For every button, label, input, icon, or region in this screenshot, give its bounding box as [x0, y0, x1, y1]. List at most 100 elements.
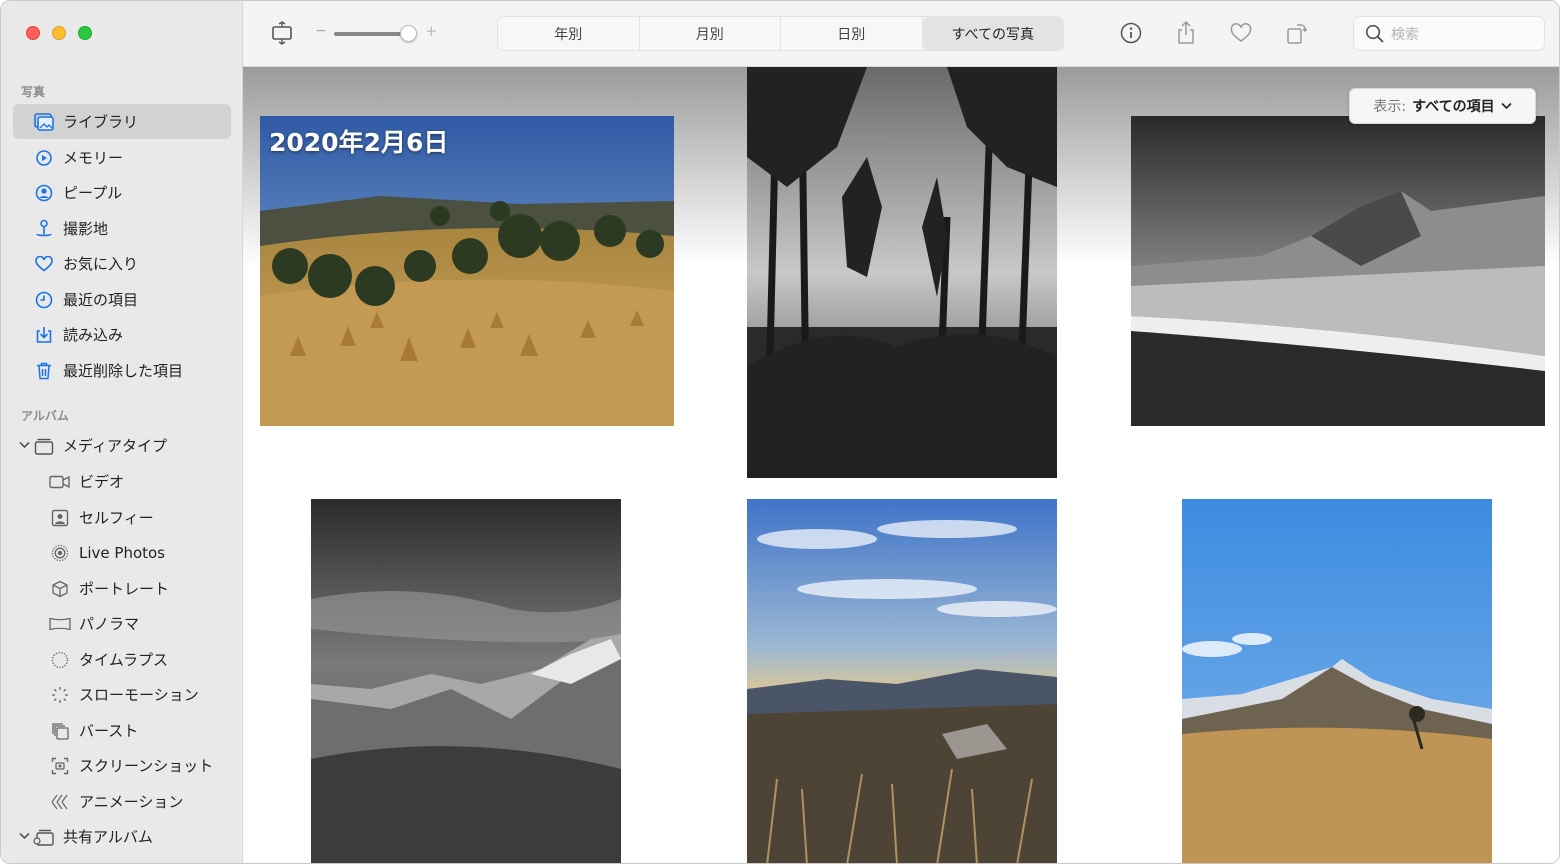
sidebar-item-label: スローモーション: [79, 686, 199, 704]
photo-thumbnail[interactable]: [747, 67, 1057, 478]
zoom-out-label[interactable]: −: [315, 23, 327, 39]
sidebar: 写真 ライブラリ メモリー ピープル 撮影地 お気に入り 最近の項目 読み込み …: [1, 1, 243, 863]
screenshot-icon: [49, 755, 71, 777]
sidebar-item-selfies[interactable]: セルフィー: [13, 500, 231, 535]
sidebar-item-label: 撮影地: [63, 220, 109, 238]
photo-thumbnail[interactable]: [311, 499, 621, 863]
sidebar-item-label: スクリーンショット: [79, 757, 214, 775]
zoom-slider-fill: [334, 32, 402, 36]
sidebar-item-label: セルフィー: [79, 509, 154, 527]
clock-icon: [33, 289, 55, 311]
sidebar-item-label: バースト: [79, 722, 139, 740]
photo-thumbnail[interactable]: [260, 116, 674, 426]
info-icon[interactable]: [1119, 21, 1143, 45]
burst-icon: [49, 720, 71, 742]
sidebar-item-portrait[interactable]: ポートレート: [13, 571, 231, 606]
sidebar-item-label: パノラマ: [79, 615, 140, 633]
sidebar-item-label: メディアタイプ: [63, 437, 167, 455]
places-pin-icon: [33, 218, 55, 240]
sidebar-item-people[interactable]: ピープル: [13, 175, 231, 210]
filter-dropdown[interactable]: 表示: すべての項目: [1349, 88, 1536, 124]
sidebar-item-recently-deleted[interactable]: 最近削除した項目: [13, 353, 231, 388]
sidebar-item-label: Live Photos: [79, 543, 166, 562]
selfie-icon: [49, 507, 71, 529]
slomo-icon: [49, 684, 71, 706]
tab-years[interactable]: 年別: [498, 17, 640, 50]
rotate-icon[interactable]: [1285, 21, 1309, 45]
search-icon: [1365, 24, 1385, 44]
sidebar-item-memories[interactable]: メモリー: [13, 140, 231, 175]
people-icon: [33, 182, 55, 204]
sidebar-item-places[interactable]: 撮影地: [13, 211, 231, 246]
search-placeholder: 検索: [1391, 26, 1419, 43]
zoom-slider-knob[interactable]: [400, 25, 417, 42]
sidebar-item-label: ライブラリ: [63, 113, 139, 131]
tab-days[interactable]: 日別: [781, 17, 923, 50]
sidebar-item-recents[interactable]: 最近の項目: [13, 282, 231, 317]
toolbar: − + 年別 月別 日別 すべての写真 検索: [243, 1, 1559, 67]
sidebar-item-label: ポートレート: [79, 580, 170, 598]
photo-thumbnail[interactable]: [1131, 116, 1545, 426]
view-segmented-control: 年別 月別 日別 すべての写真: [497, 16, 1064, 51]
video-icon: [49, 471, 71, 493]
sidebar-group-shared-albums[interactable]: 共有アルバム: [13, 819, 231, 854]
sidebar-group-media-types[interactable]: メディアタイプ: [13, 428, 231, 463]
section-photos-heading: 写真: [21, 85, 46, 99]
shared-album-icon: [33, 826, 55, 848]
sidebar-item-panoramas[interactable]: パノラマ: [13, 606, 231, 641]
sidebar-item-imports[interactable]: 読み込み: [13, 317, 231, 352]
sidebar-item-favorites[interactable]: お気に入り: [13, 246, 231, 281]
section-albums-heading: アルバム: [21, 409, 69, 423]
chevron-down-icon[interactable]: [19, 439, 30, 452]
tab-months[interactable]: 月別: [640, 17, 781, 50]
sidebar-item-slo-mo[interactable]: スローモーション: [13, 677, 231, 712]
sidebar-item-time-lapse[interactable]: タイムラプス: [13, 642, 231, 677]
photo-library-icon: [33, 111, 55, 133]
sidebar-item-library[interactable]: ライブラリ: [13, 104, 231, 139]
sidebar-item-animated[interactable]: アニメーション: [13, 784, 231, 819]
zoom-slider[interactable]: [334, 25, 417, 42]
panorama-icon: [49, 613, 71, 635]
sidebar-item-screenshots[interactable]: スクリーンショット: [13, 748, 231, 783]
tab-all-photos[interactable]: すべての写真: [922, 17, 1063, 50]
live-photos-icon: [49, 542, 71, 564]
sidebar-item-label: アニメーション: [79, 793, 184, 811]
search-field[interactable]: 検索: [1353, 16, 1545, 51]
date-heading: 2020年2月6日: [269, 128, 449, 157]
chevron-down-icon[interactable]: [19, 830, 30, 843]
sidebar-item-label: ピープル: [63, 184, 123, 202]
portrait-cube-icon: [49, 578, 71, 600]
photos-window: 写真 ライブラリ メモリー ピープル 撮影地 お気に入り 最近の項目 読み込み …: [0, 0, 1560, 864]
photo-thumbnail[interactable]: [1182, 499, 1492, 863]
sidebar-item-label: メモリー: [63, 149, 124, 167]
chevron-down-icon: [1501, 102, 1512, 110]
sidebar-item-label: 読み込み: [63, 326, 124, 344]
sidebar-item-label: お気に入り: [63, 255, 139, 273]
sidebar-item-label: 最近の項目: [63, 291, 139, 309]
slideshow-toggle-icon[interactable]: [270, 21, 294, 45]
zoom-window-button[interactable]: [78, 26, 92, 40]
sidebar-item-label: タイムラプス: [79, 651, 168, 669]
close-window-button[interactable]: [26, 26, 40, 40]
sidebar-item-live-photos[interactable]: Live Photos: [13, 535, 231, 570]
filter-value: すべての項目: [1412, 99, 1495, 115]
share-icon[interactable]: [1174, 21, 1198, 45]
sidebar-item-videos[interactable]: ビデオ: [13, 464, 231, 499]
filter-label: 表示:: [1373, 99, 1407, 115]
timelapse-icon: [49, 649, 71, 671]
photo-thumbnail[interactable]: [747, 499, 1057, 863]
heart-icon: [33, 253, 55, 275]
memories-icon: [33, 147, 55, 169]
trash-icon: [33, 360, 55, 382]
sidebar-item-label: ビデオ: [79, 473, 125, 491]
sidebar-item-label: 最近削除した項目: [63, 362, 184, 380]
album-stack-icon: [33, 435, 55, 457]
import-icon: [33, 324, 55, 346]
zoom-in-label[interactable]: +: [425, 22, 438, 40]
animation-icon: [49, 791, 71, 813]
minimize-window-button[interactable]: [52, 26, 66, 40]
heart-icon[interactable]: [1229, 21, 1253, 45]
sidebar-item-label: 共有アルバム: [63, 828, 153, 846]
photo-grid: 2020年2月6日 表示: すべての項目: [243, 67, 1559, 863]
sidebar-item-bursts[interactable]: バースト: [13, 713, 231, 748]
